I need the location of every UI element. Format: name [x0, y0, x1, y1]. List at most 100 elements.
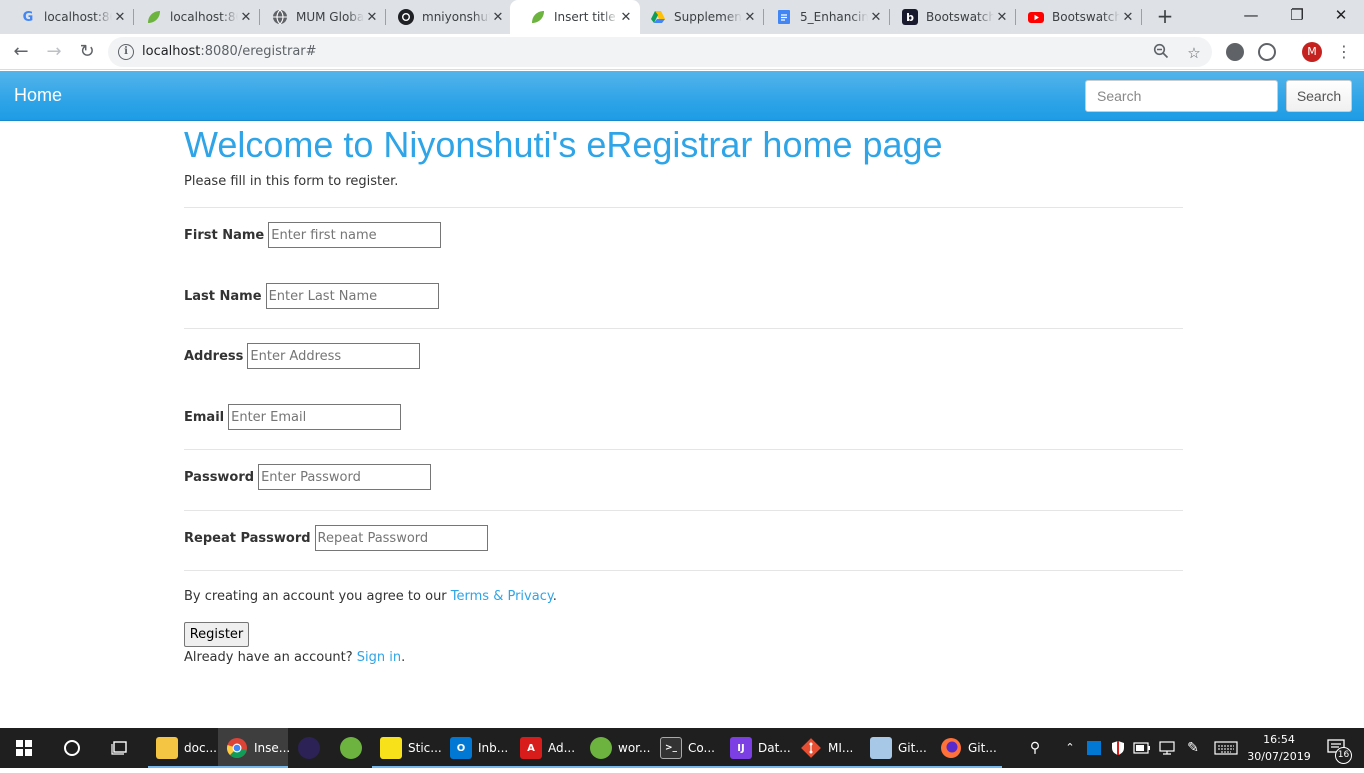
address-url: localhost:8080/eregistrar# — [142, 44, 317, 59]
battery-icon[interactable] — [1132, 728, 1152, 768]
browser-tab[interactable]: mniyonshuti ✕ — [378, 0, 512, 34]
first-name-label: First Name — [184, 227, 265, 243]
tab-title: Bootswatch — [926, 10, 994, 24]
forward-arrow-icon[interactable]: → — [42, 40, 66, 64]
globe-icon — [272, 9, 288, 25]
sticky-notes-icon — [380, 737, 402, 759]
pen-icon[interactable]: ✎ — [1182, 728, 1204, 768]
site-navbar: Home Search — [0, 71, 1364, 121]
new-tab-icon[interactable]: + — [1155, 4, 1175, 28]
email-label: Email — [184, 409, 225, 425]
email-row: Email — [184, 404, 402, 430]
firefox-icon — [940, 737, 962, 759]
browser-tab[interactable]: b Bootswatch ✕ — [882, 0, 1016, 34]
extension-icon[interactable] — [1226, 43, 1244, 61]
windows-start-icon[interactable] — [10, 728, 38, 768]
back-arrow-icon[interactable]: ← — [9, 40, 33, 64]
spring-tool-icon — [340, 737, 362, 759]
taskbar-item[interactable]: Git... — [932, 728, 1002, 768]
site-info-icon[interactable]: i — [118, 44, 134, 60]
system-clock[interactable]: 16:54 30/07/2019 — [1246, 731, 1312, 765]
zoom-icon[interactable] — [1151, 43, 1171, 63]
address-input[interactable] — [247, 343, 421, 369]
taskbar-item[interactable]: O Inb... — [442, 728, 512, 768]
notifications-icon[interactable]: 16 — [1322, 728, 1352, 768]
tab-title: Insert title here — [554, 10, 618, 24]
navbar-search-button[interactable]: Search — [1286, 80, 1352, 112]
register-button[interactable]: Register — [184, 622, 249, 647]
tab-title: Supplement — [674, 10, 742, 24]
taskbar-item[interactable]: MI... — [792, 728, 862, 768]
network-icon[interactable] — [1156, 728, 1178, 768]
reload-icon[interactable]: ↻ — [75, 40, 99, 64]
close-icon[interactable]: ✕ — [490, 10, 506, 25]
taskbar-item[interactable]: A Ad... — [512, 728, 582, 768]
first-name-input[interactable] — [268, 222, 442, 248]
repeat-password-input[interactable] — [314, 525, 488, 551]
security-shield-icon[interactable] — [1108, 728, 1128, 768]
terms-privacy-link[interactable]: Terms & Privacy — [451, 589, 553, 604]
people-icon[interactable]: ⚲ — [1024, 728, 1046, 768]
browser-tab[interactable]: 5_Enhancing ✕ — [756, 0, 890, 34]
navbar-brand-home[interactable]: Home — [14, 85, 62, 106]
signin-notice: Already have an account? Sign in. — [184, 650, 406, 665]
password-row: Password — [184, 464, 432, 490]
browser-tab[interactable]: Supplement ✕ — [630, 0, 764, 34]
spring-leaf-icon — [146, 9, 162, 25]
registration-content: Welcome to Niyonshuti's eRegistrar home … — [184, 121, 1183, 665]
sync-extension-icon[interactable] — [1258, 43, 1276, 61]
last-name-input[interactable] — [265, 283, 439, 309]
tab-title: MUM Global — [296, 10, 364, 24]
spring-leaf-icon — [530, 9, 546, 25]
navbar-search-input[interactable] — [1085, 80, 1278, 112]
taskbar-item[interactable]: >_ Co... — [652, 728, 722, 768]
taskbar-item[interactable] — [332, 728, 372, 768]
divider — [184, 207, 1183, 208]
taskbar-item[interactable]: IJ Dat... — [722, 728, 792, 768]
taskbar-item[interactable]: doc... — [148, 728, 218, 768]
tray-chevron-up-icon[interactable]: ⌃ — [1060, 728, 1080, 768]
window-close-icon[interactable]: ✕ — [1318, 0, 1364, 34]
menu-kebab-icon[interactable]: ⋮ — [1336, 40, 1352, 64]
console-icon: >_ — [660, 737, 682, 759]
chrome-icon — [226, 737, 248, 759]
browser-tab[interactable]: Bootswatch ✕ — [1008, 0, 1142, 34]
email-input[interactable] — [228, 404, 402, 430]
outlook-tray-icon[interactable] — [1084, 728, 1104, 768]
sign-in-link[interactable]: Sign in — [357, 650, 401, 665]
password-input[interactable] — [258, 464, 432, 490]
browser-tab[interactable]: MUM Global ✕ — [252, 0, 386, 34]
minimize-icon[interactable]: — — [1228, 0, 1274, 34]
acrobat-icon: A — [520, 737, 542, 759]
tab-title: 5_Enhancing — [800, 10, 868, 24]
restore-icon[interactable]: ❐ — [1274, 0, 1320, 34]
taskbar-item-active[interactable]: Inse... — [218, 728, 290, 768]
repeat-password-label: Repeat Password — [184, 530, 311, 546]
keyboard-icon[interactable] — [1212, 728, 1240, 768]
avatar[interactable]: M — [1302, 42, 1322, 62]
github-icon — [398, 9, 414, 25]
address-bar[interactable]: i localhost:8080/eregistrar# ☆ — [108, 37, 1212, 67]
browser-tab[interactable]: localhost:8080 ✕ — [126, 0, 260, 34]
taskbar-item[interactable]: wor... — [582, 728, 652, 768]
spring-tool-icon — [590, 737, 612, 759]
last-name-label: Last Name — [184, 288, 262, 304]
repeat-password-row: Repeat Password — [184, 525, 488, 551]
address-label: Address — [184, 348, 244, 364]
windows-taskbar: doc... Inse... Stic... O Inb... A Ad... … — [0, 728, 1364, 768]
taskbar-item[interactable]: Git... — [862, 728, 932, 768]
clock-time: 16:54 — [1263, 733, 1295, 746]
taskbar-item[interactable]: Stic... — [372, 728, 442, 768]
browser-toolbar: ← → ↻ i localhost:8080/eregistrar# ☆ M ⋮ — [0, 34, 1364, 70]
taskbar-item[interactable] — [290, 728, 330, 768]
tab-title: Bootswatch — [1052, 10, 1120, 24]
task-view-icon[interactable] — [106, 728, 134, 768]
browser-tab[interactable]: G localhost:8080 ✕ — [0, 0, 134, 34]
terms-notice: By creating an account you agree to our … — [184, 589, 557, 604]
close-icon[interactable]: ✕ — [1120, 10, 1136, 25]
google-icon: G — [22, 9, 34, 25]
browser-tab-active[interactable]: Insert title here ✕ — [510, 0, 640, 34]
first-name-row: First Name — [184, 222, 442, 248]
bookmark-star-icon[interactable]: ☆ — [1184, 43, 1204, 63]
cortana-search-icon[interactable] — [58, 728, 86, 768]
